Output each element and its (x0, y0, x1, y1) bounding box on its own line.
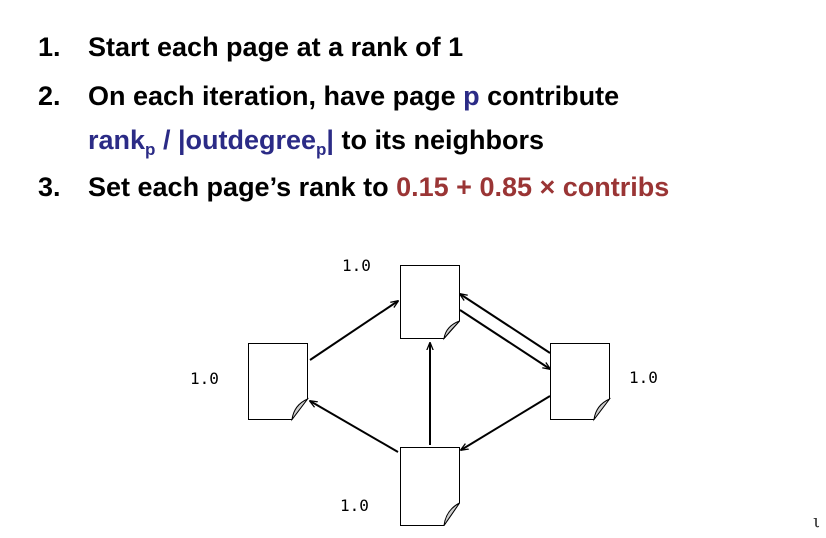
rank-label-bottom: 1.0 (340, 496, 369, 515)
document-icon (400, 447, 460, 526)
edge-right-to-top (460, 294, 551, 354)
page-graph-diagram: 1.0 1.0 1.0 1.0 (190, 256, 658, 526)
rank-label-left: 1.0 (190, 369, 219, 388)
node-bottom (400, 447, 460, 526)
document-icon (248, 343, 310, 422)
edge-top-to-right (459, 309, 550, 369)
corner-glyph: ι (812, 511, 820, 532)
edge-right-to-bottom (461, 395, 551, 450)
node-right (550, 343, 612, 422)
rank-label-top: 1.0 (342, 256, 371, 275)
node-left (248, 343, 310, 422)
edge-left-to-top (309, 301, 398, 361)
node-top (400, 265, 460, 341)
edge-bottom-to-left (310, 401, 399, 453)
document-icon (400, 265, 460, 341)
rank-label-right: 1.0 (629, 368, 658, 387)
document-icon (550, 343, 612, 422)
